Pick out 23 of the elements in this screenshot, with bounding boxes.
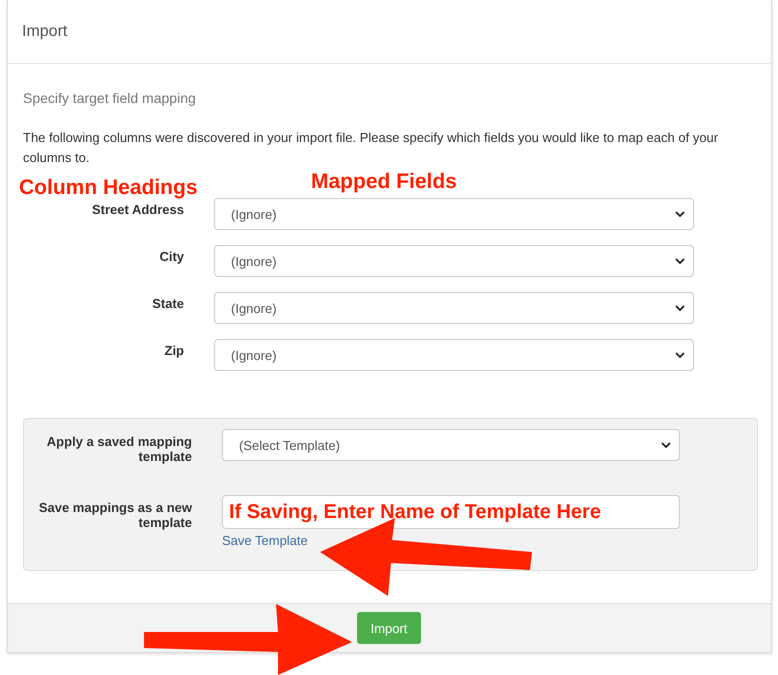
field-dropdown[interactable]: (Ignore) (214, 245, 694, 277)
field-dropdown[interactable]: (Ignore) (214, 198, 694, 230)
annotation-text: Mapped Fields (311, 170, 457, 194)
template-label: Save mappings as a new template (38, 499, 192, 530)
annotation-text: Column Headings (19, 176, 198, 200)
chevron-down-icon (675, 211, 685, 217)
chevron-down-icon (675, 352, 685, 358)
column-label: City (158, 248, 184, 264)
chevron-down-icon (661, 442, 671, 448)
chevron-down-icon (675, 305, 685, 311)
template-dropdown[interactable]: (Select Template) (222, 429, 680, 461)
panel-title: Import (22, 22, 68, 40)
field-dropdown[interactable]: (Ignore) (214, 339, 694, 371)
chevron-down-icon (675, 258, 685, 264)
save-template-link[interactable]: Save Template (222, 533, 680, 548)
section-title: Specify target field mapping (23, 90, 197, 106)
template-name-field[interactable]: If Saving, Enter Name of Template Here (222, 495, 680, 529)
field-dropdown[interactable]: (Ignore) (214, 292, 694, 324)
column-label: Zip (164, 342, 184, 358)
template-label: Apply a saved mapping template (46, 433, 192, 464)
column-label: State (151, 295, 184, 311)
column-label: Street Address (91, 201, 184, 217)
description-text: The following columns were discovered in your import file. Please specify which fields you would like to map each of your columns to. (23, 129, 720, 167)
